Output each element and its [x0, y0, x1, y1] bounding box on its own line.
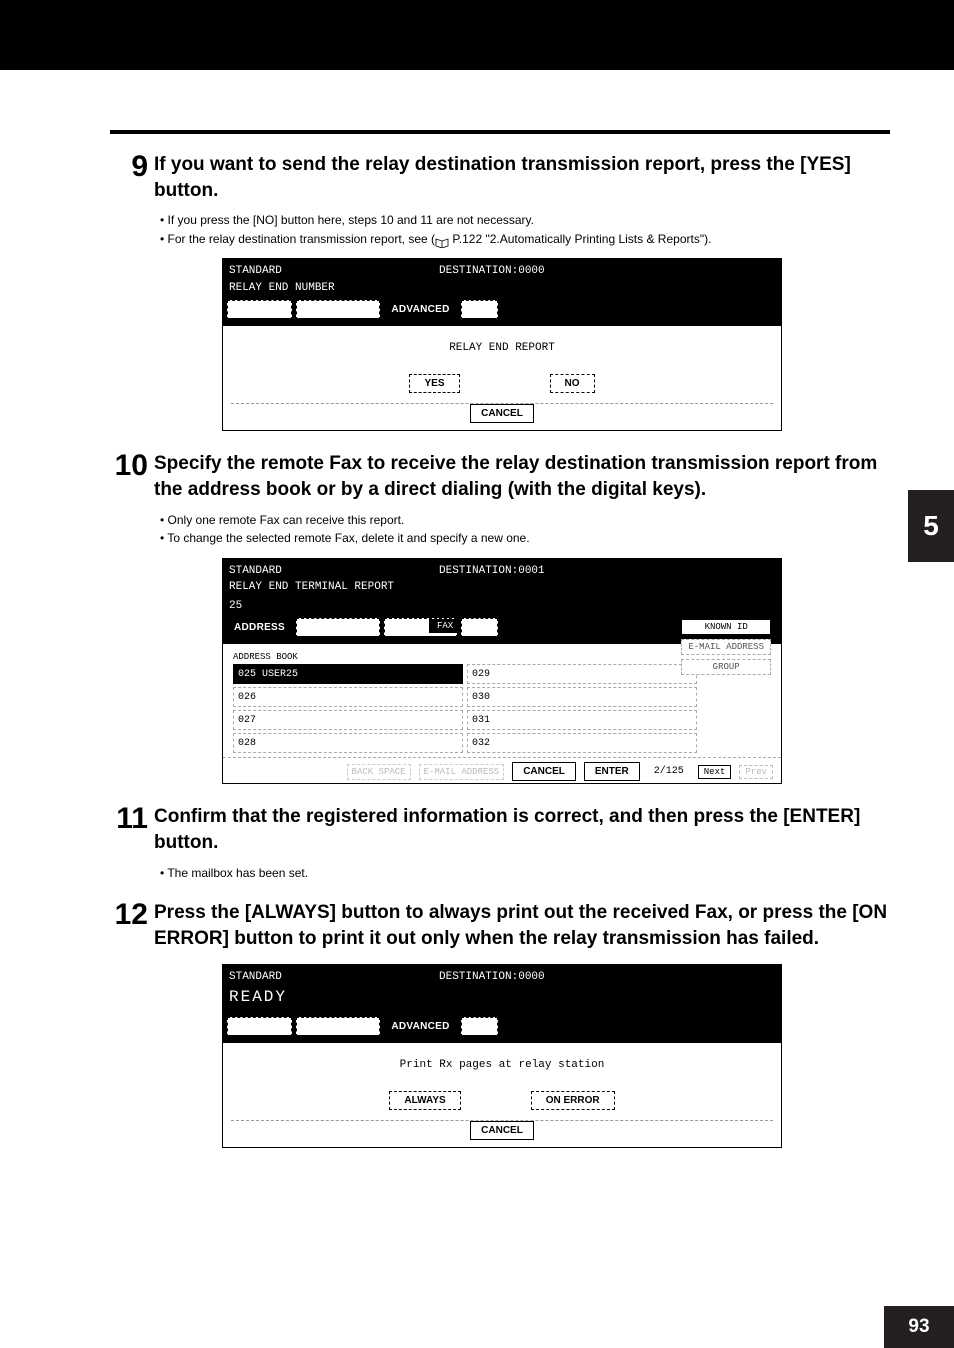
- tab-advanced[interactable]: ADVANCED: [384, 300, 456, 320]
- step-11-bullet-1: The mailbox has been set.: [160, 864, 894, 883]
- tab-file[interactable]: FILE: [461, 300, 498, 320]
- address-entry-028[interactable]: 028: [233, 733, 463, 753]
- panel3-standard: STANDARD: [229, 969, 439, 986]
- panel3-destination: DESTINATION:0000: [439, 969, 545, 986]
- email-address-footer-button[interactable]: E-MAIL ADDRESS: [419, 764, 505, 780]
- group-button[interactable]: GROUP: [681, 659, 771, 675]
- panel-address-book: STANDARD DESTINATION:0001 RELAY END TERM…: [222, 558, 782, 785]
- always-button[interactable]: ALWAYS: [389, 1091, 460, 1110]
- step-12-number: 12: [102, 900, 148, 930]
- panel-relay-end-report: STANDARD DESTINATION:0000 RELAY END NUMB…: [222, 258, 782, 431]
- step-9-bullet-1: If you press the [NO] button here, steps…: [160, 211, 894, 230]
- panel1-subtitle: RELAY END NUMBER: [229, 280, 775, 297]
- enter-button[interactable]: ENTER: [584, 762, 640, 781]
- fax-chip[interactable]: FAX: [429, 619, 461, 633]
- step-9-number: 9: [110, 152, 148, 182]
- panel-print-rx-pages: STANDARD DESTINATION:0000 READY ADDRESS …: [222, 964, 782, 1149]
- step-9-heading: If you want to send the relay destinatio…: [154, 152, 894, 203]
- cancel-button-3[interactable]: CANCEL: [470, 1121, 534, 1140]
- cancel-button[interactable]: CANCEL: [470, 404, 534, 423]
- panel3-body-title: Print Rx pages at relay station: [231, 1059, 773, 1071]
- address-book-grid: 025USER25 029 026 030 027 031 028 032: [233, 664, 773, 753]
- step-9: 9 If you want to send the relay destinat…: [110, 152, 894, 203]
- tab3-file[interactable]: FILE: [461, 1017, 498, 1037]
- tab3-advanced[interactable]: ADVANCED: [384, 1017, 456, 1037]
- tab3-destination[interactable]: DESTINATION: [296, 1017, 380, 1037]
- tab2-address[interactable]: ADDRESS: [227, 618, 292, 638]
- panel2-subtitle: RELAY END TERMINAL REPORT: [229, 579, 775, 596]
- panel1-header: STANDARD DESTINATION:0000 RELAY END NUMB…: [223, 259, 781, 326]
- step-12: 12 Press the [ALWAYS] button to always p…: [110, 900, 894, 951]
- backspace-button[interactable]: BACK SPACE: [347, 764, 411, 780]
- address-entry-029[interactable]: 029: [467, 664, 697, 684]
- panel1-destination: DESTINATION:0000: [439, 263, 545, 280]
- panel3-header: STANDARD DESTINATION:0000 READY ADDRESS …: [223, 965, 781, 1044]
- chapter-tab: 5: [908, 490, 954, 562]
- tab3-address[interactable]: ADDRESS: [227, 1017, 292, 1037]
- next-page-button[interactable]: Next: [698, 765, 732, 779]
- page-number: 93: [884, 1306, 954, 1348]
- address-book-side-buttons: KNOWN ID E-MAIL ADDRESS GROUP: [681, 619, 771, 675]
- address-entry-030[interactable]: 030: [467, 687, 697, 707]
- step-11-bullets: The mailbox has been set.: [160, 864, 894, 883]
- tab-destination[interactable]: DESTINATION: [296, 300, 380, 320]
- section-rule: [110, 130, 890, 134]
- step-10: 10 Specify the remote Fax to receive the…: [110, 451, 894, 502]
- panel2-dialed-number: 25: [229, 598, 775, 615]
- address-entry-031[interactable]: 031: [467, 710, 697, 730]
- book-icon: [435, 235, 449, 245]
- step-11-heading: Confirm that the registered information …: [154, 804, 894, 855]
- panel1-body-title: RELAY END REPORT: [231, 342, 773, 354]
- step-12-heading: Press the [ALWAYS] button to always prin…: [154, 900, 894, 951]
- address-entry-027[interactable]: 027: [233, 710, 463, 730]
- panel2-footer: BACK SPACE E-MAIL ADDRESS CANCEL ENTER 2…: [223, 757, 781, 783]
- panel3-subtitle: READY: [229, 985, 775, 1009]
- panel1-standard: STANDARD: [229, 263, 439, 280]
- tab-address[interactable]: ADDRESS: [227, 300, 292, 320]
- step-10-heading: Specify the remote Fax to receive the re…: [154, 451, 894, 502]
- step-11: 11 Confirm that the registered informati…: [110, 804, 894, 855]
- panel2-destination: DESTINATION:0001: [439, 563, 545, 580]
- prev-page-button[interactable]: Prev: [739, 765, 773, 779]
- tab2-file[interactable]: FILE: [461, 618, 498, 638]
- step-10-number: 10: [102, 451, 148, 481]
- tab2-destination[interactable]: DESTINATION: [296, 618, 380, 638]
- address-entry-025[interactable]: 025USER25: [233, 664, 463, 684]
- yes-button[interactable]: YES: [409, 374, 459, 393]
- panel2-standard: STANDARD: [229, 563, 439, 580]
- address-entry-026[interactable]: 026: [233, 687, 463, 707]
- header-black-bar: [0, 0, 954, 70]
- known-id-button[interactable]: KNOWN ID: [681, 619, 771, 635]
- step-10-bullet-1: Only one remote Fax can receive this rep…: [160, 511, 894, 530]
- step-9-bullets: If you press the [NO] button here, steps…: [160, 211, 894, 248]
- step-11-number: 11: [102, 804, 148, 834]
- cancel-button-2[interactable]: CANCEL: [512, 762, 576, 781]
- address-entry-032[interactable]: 032: [467, 733, 697, 753]
- step-10-bullets: Only one remote Fax can receive this rep…: [160, 511, 894, 548]
- no-button[interactable]: NO: [550, 374, 595, 393]
- email-address-button[interactable]: E-MAIL ADDRESS: [681, 639, 771, 655]
- step-10-bullet-2: To change the selected remote Fax, delet…: [160, 529, 894, 548]
- pager-indicator: 2/125: [654, 766, 684, 777]
- step-9-bullet-2: For the relay destination transmission r…: [160, 230, 894, 249]
- on-error-button[interactable]: ON ERROR: [531, 1091, 615, 1110]
